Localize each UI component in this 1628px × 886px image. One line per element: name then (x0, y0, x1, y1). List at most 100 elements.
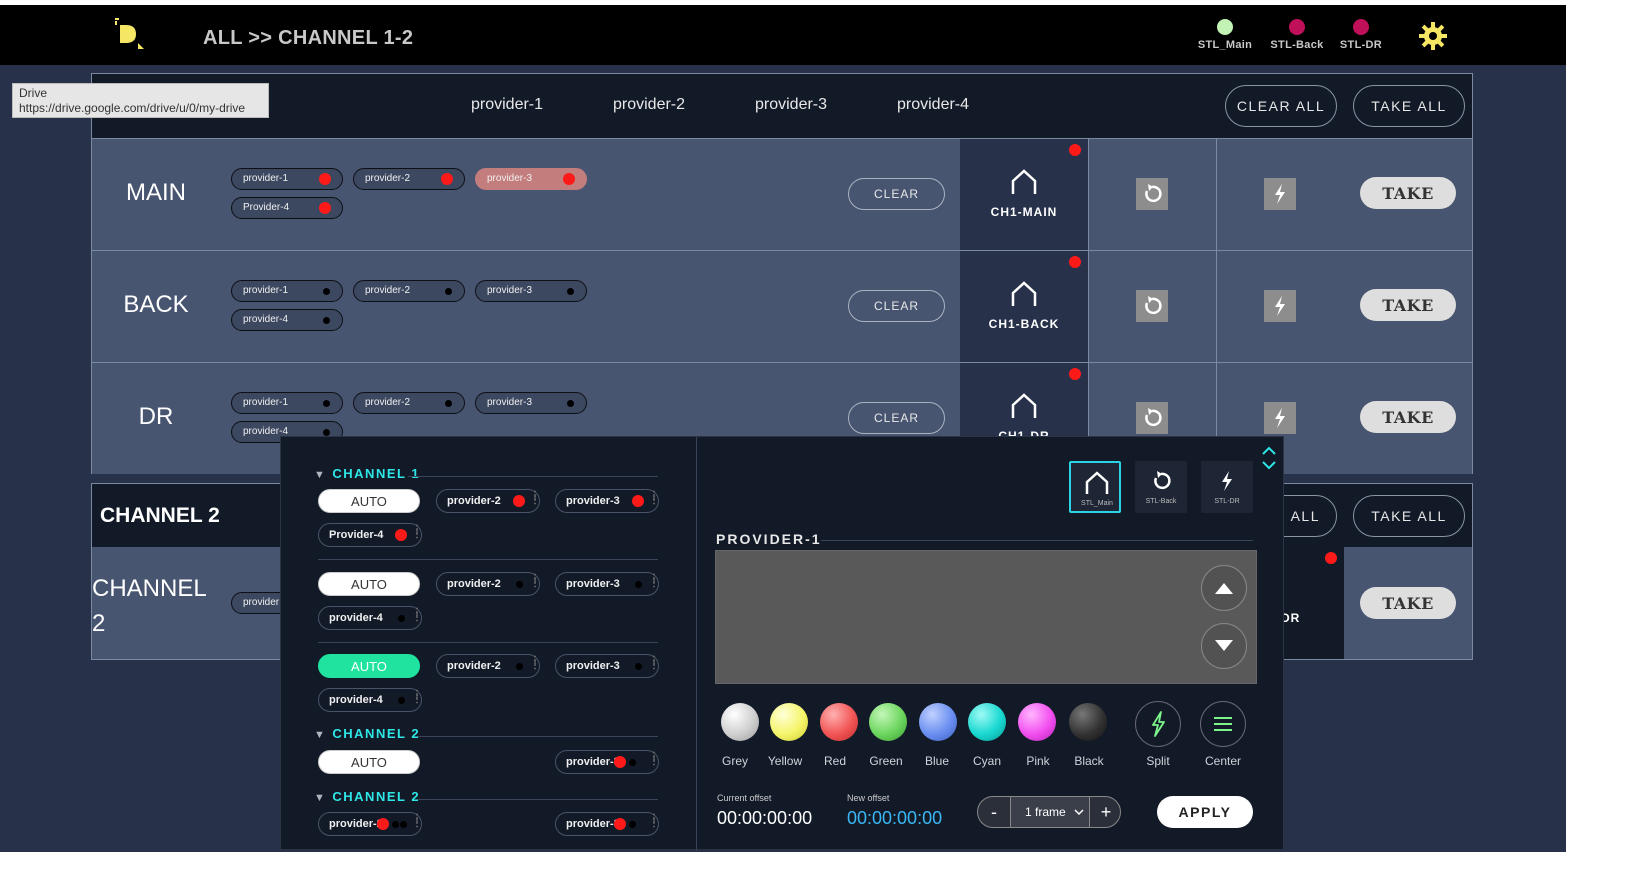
drag-handle-icon[interactable]: ⋮ ⋮ (530, 491, 540, 506)
drag-handle-icon[interactable]: ⋮ ⋮ (649, 574, 659, 589)
color-swatch-pink[interactable] (1018, 703, 1056, 741)
color-swatch-yellow[interactable] (770, 703, 808, 741)
take-all-button[interactable]: TAKE ALL (1353, 85, 1465, 127)
provider-pill[interactable]: provider-4 (231, 309, 343, 331)
source-pill[interactable]: provider-3 ⋮ ⋮ (555, 750, 659, 774)
color-swatch-blue[interactable] (919, 703, 957, 741)
drag-handle-icon[interactable]: ⋮ ⋮ (530, 656, 540, 671)
auto-button[interactable]: AUTO (318, 489, 420, 513)
drag-handle-icon[interactable]: ⋮ ⋮ (412, 525, 422, 540)
decrement-button[interactable]: - (978, 797, 1010, 827)
section-header-channel2-second[interactable]: ▼ CHANNEL 2 (314, 789, 420, 804)
section-header-channel1[interactable]: ▼ CHANNEL 1 (314, 466, 420, 481)
output-cell[interactable]: CH1-BACK (960, 251, 1088, 363)
drag-handle-icon[interactable]: ⋮ ⋮ (649, 814, 659, 829)
take-button[interactable]: TAKE (1360, 587, 1456, 619)
pill-label: provider-3 (566, 660, 620, 672)
provider-tab-4[interactable]: provider-4 (897, 96, 969, 114)
drag-handle-icon[interactable]: ⋮ ⋮ (530, 574, 540, 589)
provider-tab-2[interactable]: provider-2 (613, 96, 685, 114)
color-swatch-green[interactable] (869, 703, 907, 741)
pill-label: Provider-4 (329, 529, 384, 541)
active-dot (513, 495, 525, 507)
step-select[interactable]: 1 frame (1010, 797, 1090, 827)
auto-button[interactable]: AUTO (318, 750, 420, 774)
drag-handle-icon[interactable]: ⋮ ⋮ (412, 814, 422, 829)
divider (418, 736, 658, 737)
section-header-channel2[interactable]: ▼ CHANNEL 2 (314, 726, 420, 741)
provider-pill[interactable]: provider-1 (231, 280, 343, 302)
provider-pill[interactable]: provider-3 (475, 280, 587, 302)
take-all-button[interactable]: TAKE ALL (1353, 495, 1465, 537)
source-pill[interactable]: provider-4 ⋮ ⋮ (318, 688, 422, 712)
tooltip-title: Drive (19, 86, 48, 100)
gear-icon[interactable] (1418, 21, 1448, 51)
collapse-icon: ▼ (314, 729, 327, 741)
clear-button[interactable]: CLEAR (848, 290, 945, 322)
output-cell[interactable]: -DR (1276, 547, 1344, 659)
chevron-up-down-icon[interactable] (1261, 443, 1277, 473)
drag-handle-icon[interactable]: ⋮ ⋮ (412, 608, 422, 623)
drag-handle-icon[interactable]: ⋮ ⋮ (649, 752, 659, 767)
apply-button[interactable]: APPLY (1157, 796, 1253, 828)
clear-button[interactable]: CLEAR (848, 402, 945, 434)
active-dot (319, 173, 331, 185)
increment-button[interactable]: + (1090, 797, 1122, 827)
provider-pill[interactable]: provider-2 (353, 168, 465, 190)
provider-pill[interactable]: Provider-4 (231, 197, 343, 219)
target-stl-dr[interactable]: STL-DR (1201, 461, 1253, 513)
provider-pill[interactable]: provider-3 (475, 168, 587, 190)
color-swatch-black[interactable] (1069, 703, 1107, 741)
source-pill[interactable]: provider-3 ⋮ ⋮ (555, 654, 659, 678)
source-pill[interactable]: provider-2 ⋮ ⋮ (436, 572, 540, 596)
source-pill[interactable]: provider-3 ⋮ ⋮ (555, 489, 659, 513)
take-button[interactable]: TAKE (1360, 289, 1456, 321)
drag-handle-icon[interactable]: ⋮ ⋮ (649, 491, 659, 506)
auto-button[interactable]: AUTO (318, 572, 420, 596)
drag-handle-icon[interactable]: ⋮ ⋮ (412, 690, 422, 705)
source-pill[interactable]: provider-4 ⋮ ⋮ (318, 606, 422, 630)
split-button[interactable] (1135, 701, 1181, 747)
refresh-button[interactable] (1136, 402, 1168, 434)
color-swatch-red[interactable] (820, 703, 858, 741)
source-pill[interactable]: provider-2 ⋮ ⋮ (436, 654, 540, 678)
source-pill[interactable]: provider-3 ⋮ ⋮ (555, 812, 659, 836)
provider-pill[interactable]: provider-1 (231, 168, 343, 190)
home-icon (1011, 169, 1037, 194)
refresh-button[interactable] (1136, 178, 1168, 210)
center-button[interactable] (1200, 701, 1246, 747)
bolt-button[interactable] (1264, 290, 1296, 322)
color-swatch-cyan[interactable] (968, 703, 1006, 741)
clear-all-button[interactable]: CLEAR ALL (1225, 85, 1337, 127)
provider-pill[interactable]: provider-2 (353, 280, 465, 302)
output-cell[interactable]: CH1-MAIN (960, 139, 1088, 251)
take-button[interactable]: TAKE (1360, 401, 1456, 433)
clear-button[interactable]: CLEAR (848, 178, 945, 210)
provider-tab-1[interactable]: provider-1 (471, 96, 543, 114)
move-up-button[interactable] (1201, 565, 1247, 611)
bolt-icon (1275, 296, 1285, 316)
row-title: CHANNEL 2 (92, 575, 206, 637)
bolt-icon (1275, 408, 1285, 428)
color-swatch-grey[interactable] (721, 703, 759, 741)
source-pill[interactable]: provider-2 ⋮ ⋮ (436, 489, 540, 513)
source-pill[interactable]: Provider-4 ⋮ ⋮ (318, 523, 422, 547)
provider-tab-3[interactable]: provider-3 (755, 96, 827, 114)
bolt-button[interactable] (1264, 178, 1296, 210)
target-stl-back[interactable]: STL-Back (1135, 461, 1187, 513)
source-pill[interactable]: provider-2 ⋮ ⋮ (318, 812, 422, 836)
source-pill[interactable]: provider-3 ⋮ ⋮ (555, 572, 659, 596)
bolt-button[interactable] (1264, 402, 1296, 434)
move-down-button[interactable] (1201, 623, 1247, 669)
target-stl-main[interactable]: STL_Main (1069, 461, 1121, 513)
provider-pill[interactable]: provider-2 (353, 392, 465, 414)
drag-handle-icon[interactable]: ⋮ ⋮ (649, 656, 659, 671)
provider-pill[interactable]: provider-3 (475, 392, 587, 414)
refresh-button[interactable] (1136, 290, 1168, 322)
pill-label: Provider-4 (243, 202, 290, 213)
take-button[interactable]: TAKE (1360, 177, 1456, 209)
new-offset-input[interactable]: 00:00:00:00 (847, 808, 942, 829)
provider-pill[interactable]: provider-1 (231, 392, 343, 414)
refresh-icon (1145, 408, 1162, 427)
auto-button-active[interactable]: AUTO (318, 654, 420, 678)
